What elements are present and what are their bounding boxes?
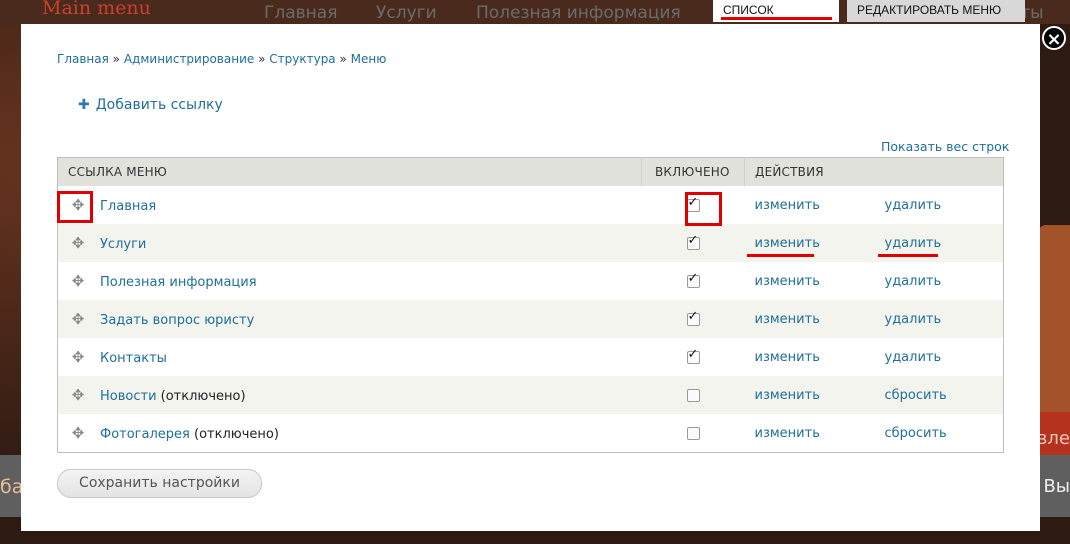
column-header-enabled: ВКЛЮЧЕНО [641, 157, 745, 186]
table-row: ✥Главная изменитьудалить [57, 186, 1004, 224]
breadcrumb-separator: » [258, 52, 266, 66]
drag-handle-icon[interactable]: ✥ [68, 310, 88, 328]
edit-link[interactable]: изменить [744, 186, 875, 224]
close-icon[interactable]: × [1042, 26, 1066, 50]
enabled-cell [641, 224, 745, 262]
drag-handle-icon[interactable]: ✥ [68, 386, 88, 404]
table-row: ✥ Задать вопрос юристу изменитьудалить [57, 300, 1004, 338]
background-nav-item: Услуги [376, 3, 437, 23]
link-cell: ✥ Фотогалерея (отключено) [57, 414, 642, 453]
highlight-box [685, 192, 722, 226]
breadcrumb-link-menu[interactable]: Меню [351, 52, 387, 66]
row-operation-link[interactable]: удалить [874, 338, 1004, 376]
edit-link[interactable]: изменить [744, 414, 875, 453]
background-nav-item: Полезная информация [476, 3, 681, 23]
menu-links-table: ССЫЛКА МЕНЮ ВКЛЮЧЕНО ДЕЙСТВИЯ ✥Главнаяиз… [57, 157, 1004, 453]
menu-links-dialog: Главная » Администрирование » Структура … [21, 24, 1040, 531]
drag-handle-icon[interactable]: ✥ [68, 234, 88, 252]
breadcrumb-separator: » [112, 52, 121, 66]
enabled-checkbox[interactable] [686, 426, 700, 440]
drag-handle-icon[interactable]: ✥ [68, 272, 88, 290]
link-cell: ✥ Полезная информация [57, 262, 642, 300]
enabled-cell [641, 262, 745, 300]
edit-link[interactable]: изменить [744, 338, 875, 376]
enabled-cell [641, 414, 745, 453]
link-cell: ✥ Задать вопрос юристу [57, 300, 642, 338]
highlight-box [57, 191, 93, 223]
breadcrumb-link-admin[interactable]: Администрирование [124, 52, 254, 66]
drag-handle-icon[interactable]: ✥ [68, 348, 88, 366]
add-link-label: Добавить ссылку [95, 97, 223, 113]
column-header-actions: ДЕЙСТВИЯ [744, 157, 1004, 186]
menu-link-title[interactable]: Услуги [100, 237, 146, 252]
menu-link-title[interactable]: Задать вопрос юристу [100, 313, 254, 328]
row-operation-link[interactable]: сбросить [874, 414, 1004, 453]
edit-link[interactable]: изменить [744, 300, 875, 338]
row-operation-link[interactable]: удалить [874, 300, 1004, 338]
menu-link-title[interactable]: Новости [100, 389, 157, 404]
background-text: ба [0, 476, 24, 498]
table-row: ✥ Фотогалерея (отключено) изменить сбросить [57, 414, 1004, 453]
breadcrumb-link-home[interactable]: Главная [57, 52, 109, 66]
background-nav-item: Главная [264, 3, 338, 23]
edit-link[interactable]: изменить [744, 376, 875, 414]
breadcrumb: Главная » Администрирование » Структура … [57, 52, 386, 66]
disabled-note: (отключено) [160, 389, 246, 404]
enabled-checkbox[interactable] [686, 233, 700, 250]
link-cell: ✥ Новости (отключено) [57, 376, 642, 414]
edit-link[interactable]: изменить [744, 262, 875, 300]
link-cell: ✥ Услуги [57, 224, 642, 262]
enabled-checkbox[interactable] [686, 271, 700, 288]
highlight-underline [747, 254, 814, 257]
column-header-link: ССЫЛКА МЕНЮ [57, 157, 642, 186]
menu-link-title[interactable]: Контакты [100, 351, 167, 366]
background-site-title: Main menu [42, 0, 151, 19]
show-row-weights-link[interactable]: Показать вес строк [881, 139, 1009, 154]
enabled-cell [641, 338, 745, 376]
tab-edit-menu[interactable]: РЕДАКТИРОВАТЬ МЕНЮ [847, 0, 1025, 22]
menu-link-title[interactable]: Фотогалерея [100, 427, 190, 442]
add-link-button[interactable]: ✚ Добавить ссылку [78, 97, 223, 113]
enabled-checkbox[interactable] [686, 347, 700, 364]
background-text: Вы [1043, 476, 1070, 497]
save-settings-button[interactable]: Сохранить настройки [57, 469, 262, 498]
link-cell: ✥ Главная [57, 186, 642, 224]
table-row: ✥Услугиизменитьудалить [57, 224, 1004, 262]
menu-link-title[interactable]: Главная [100, 199, 156, 214]
breadcrumb-link-structure[interactable]: Структура [269, 52, 335, 66]
link-cell: ✥ Контакты [57, 338, 642, 376]
table-row: ✥ Контакты изменитьудалить [57, 338, 1004, 376]
enabled-cell [641, 300, 745, 338]
background-panel [1038, 225, 1070, 415]
table-row: ✥ Новости (отключено) изменить сбросить [57, 376, 1004, 414]
table-row: ✥ Полезная информация изменитьудалить [57, 262, 1004, 300]
menu-link-title[interactable]: Полезная информация [100, 275, 257, 290]
enabled-checkbox[interactable] [686, 388, 700, 402]
enabled-checkbox[interactable] [686, 309, 700, 326]
row-operation-link[interactable]: удалить [874, 186, 1004, 224]
row-operation-link[interactable]: сбросить [874, 376, 1004, 414]
plus-icon: ✚ [78, 97, 90, 113]
highlight-underline [721, 17, 832, 20]
row-operation-link[interactable]: удалить [874, 262, 1004, 300]
enabled-cell [641, 376, 745, 414]
breadcrumb-separator: » [339, 52, 347, 66]
highlight-underline [878, 254, 938, 257]
drag-handle-icon[interactable]: ✥ [68, 424, 88, 442]
disabled-note: (отключено) [194, 427, 279, 442]
